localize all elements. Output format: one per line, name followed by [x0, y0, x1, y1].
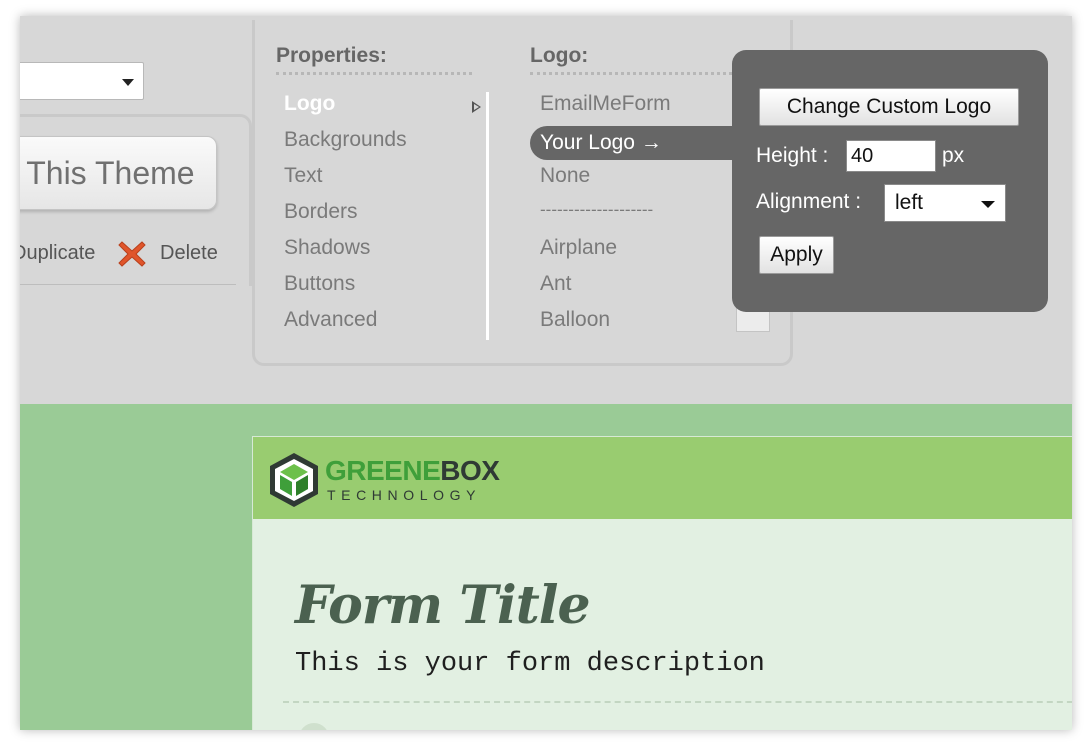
logo-option-separator: --------------------: [540, 200, 654, 219]
theme-toolbar: Use This Theme Duplicate Delete Properti…: [20, 16, 1072, 404]
property-advanced[interactable]: Advanced: [284, 308, 377, 332]
property-buttons[interactable]: Buttons: [284, 272, 355, 296]
apply-button[interactable]: Apply: [759, 236, 834, 274]
form-header: GREENEBOX TECHNOLOGY: [253, 437, 1072, 519]
form-description: This is your form description: [295, 649, 765, 679]
property-borders[interactable]: Borders: [284, 200, 358, 224]
logo-option-none[interactable]: None: [540, 164, 590, 188]
logo-height-input[interactable]: 40: [846, 140, 936, 172]
brand-tagline: TECHNOLOGY: [327, 487, 482, 503]
cube-hexagon-icon: [270, 453, 318, 507]
use-this-theme-button[interactable]: Use This Theme: [20, 136, 217, 210]
form-preview-area: GREENEBOX TECHNOLOGY Form Title This is …: [20, 404, 1072, 730]
theme-editor-window: Use This Theme Duplicate Delete Properti…: [20, 16, 1072, 730]
form-card: GREENEBOX TECHNOLOGY Form Title This is …: [252, 436, 1072, 730]
logo-option-balloon[interactable]: Balloon: [540, 308, 610, 332]
height-unit-label: px: [942, 144, 965, 167]
divider: [20, 284, 236, 285]
property-backgrounds[interactable]: Backgrounds: [284, 128, 407, 152]
property-text[interactable]: Text: [284, 164, 323, 188]
logo-option-airplane[interactable]: Airplane: [540, 236, 617, 260]
theme-select-dropdown[interactable]: [20, 62, 144, 100]
logo-option-emailmeform[interactable]: EmailMeForm: [540, 92, 671, 116]
logo-option-your-logo[interactable]: Your Logo →: [530, 126, 760, 160]
chevron-down-icon: [981, 201, 995, 208]
property-shadows[interactable]: Shadows: [284, 236, 370, 260]
form-divider: [283, 701, 1072, 703]
brand-name-part1: GREENE: [325, 455, 441, 486]
duplicate-link[interactable]: Duplicate: [20, 242, 95, 265]
brand-name: GREENEBOX: [325, 455, 500, 487]
property-logo[interactable]: Logo: [284, 92, 335, 116]
column-divider: [486, 92, 489, 340]
alignment-label: Alignment :: [756, 190, 862, 213]
properties-heading: Properties:: [276, 44, 472, 75]
alignment-select[interactable]: left: [884, 184, 1006, 222]
caret-right-icon: [472, 101, 481, 113]
brand-name-part2: BOX: [440, 455, 500, 486]
chevron-down-icon: [122, 79, 134, 86]
logo-option-ant[interactable]: Ant: [540, 272, 572, 296]
field-number-badge: [299, 723, 329, 730]
custom-logo-popover: Change Custom Logo Height : 40 px Alignm…: [732, 50, 1048, 312]
logo-heading: Logo:: [530, 44, 750, 75]
change-custom-logo-button[interactable]: Change Custom Logo: [759, 88, 1019, 126]
delete-x-icon[interactable]: [116, 238, 148, 270]
alignment-value: left: [895, 191, 924, 214]
height-label: Height :: [756, 144, 829, 167]
form-title: Form Title: [295, 575, 591, 636]
delete-link[interactable]: Delete: [160, 242, 218, 265]
